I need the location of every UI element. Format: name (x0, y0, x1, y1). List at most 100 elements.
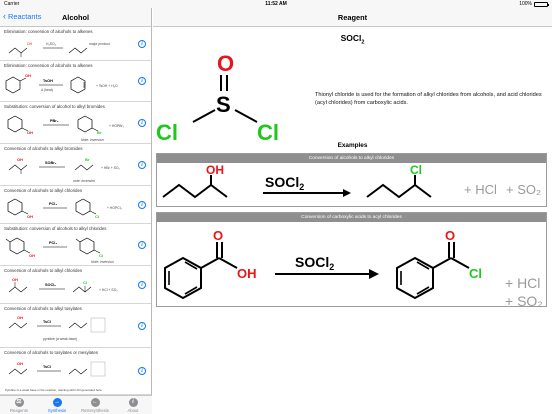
tab-label: Retrosynthesis (81, 408, 109, 413)
socl2-label: SOCl₂ (45, 283, 56, 287)
svg-text:major product: major product (89, 42, 110, 46)
sobr2-label: SOBr₂ (45, 161, 57, 165)
oxygen-atom: O (217, 51, 234, 76)
list-item-title: Conversion of alcohols to tosylates or m… (4, 350, 98, 355)
reaction-scheme-thumbnail: OH PCl₃ Cl + HOPCl₂ (7, 198, 122, 219)
byproduct-hcl: + HCl (505, 275, 540, 291)
tab-synthesis[interactable]: → Synthesis (38, 396, 76, 414)
arrow-right-icon: → (52, 398, 62, 407)
flask-icon: ⚖ (14, 398, 24, 407)
pyridine-note: pyridine (a weak base) (43, 337, 77, 341)
pcl3-label: PCl₃ (49, 202, 57, 206)
list-item[interactable]: Substitution: conversion of alcohols to … (0, 224, 151, 266)
example-header: Conversion of alcohols to alkyl chloride… (157, 154, 546, 163)
list-item[interactable]: Conversion of alcohols to alkyl chloride… (0, 266, 151, 304)
examples-heading: Examples (337, 142, 368, 149)
info-icon[interactable]: i (138, 40, 146, 48)
info-icon[interactable]: i (138, 322, 146, 330)
svg-text:OH: OH (25, 73, 31, 78)
info-icon: i (128, 398, 138, 407)
info-icon[interactable]: i (138, 119, 146, 127)
info-icon[interactable]: i (138, 161, 146, 169)
list-item[interactable]: Elimination: conversion of alcohols to a… (0, 61, 151, 102)
info-icon[interactable]: i (138, 77, 146, 85)
heat-label: Δ (heat) (41, 88, 53, 92)
list-item-title: Conversion of alcohols to alkyl bromides (4, 146, 83, 151)
list-item-title: Conversion of alcohols to alkyl chloride… (4, 188, 83, 193)
byproduct-hcl: + HCl (464, 182, 497, 197)
reagent-description: Thionyl chloride is used for the formati… (315, 92, 542, 106)
reaction-scheme-thumbnail: OH H₂SO₄ major product (8, 42, 110, 57)
reaction-scheme-thumbnail: OH SOBr₂ Br + HBr + SO₂ note: inversion (8, 157, 121, 183)
hcl-so2-byproduct: + HCl + SO₂ (99, 288, 118, 292)
pbr3-label: PBr₃ (50, 119, 59, 123)
list-item[interactable]: Conversion of alcohols to tosylates or m… (0, 348, 151, 395)
sulfur-atom: S (216, 92, 231, 117)
example-reaction: O OH SOCl2 O Cl + HCl + SO₂ (164, 228, 543, 309)
tab-label: Synthesis (47, 408, 67, 413)
svg-text:TsCl: TsCl (43, 365, 51, 369)
svg-text:OH: OH (27, 42, 33, 46)
list-item-title: Elimination: conversion of alcohols to a… (4, 63, 93, 68)
list-item[interactable]: Conversion of alcohols to alkyl chloride… (0, 186, 151, 224)
list-item-title: Conversion of alcohols to alkyl tosylate… (4, 306, 82, 311)
svg-text:OH: OH (27, 130, 33, 135)
tab-label: Reagents (10, 408, 28, 413)
detail-panel: Reagent SOCl2 O S Cl Cl Thionyl chloride… (153, 8, 552, 414)
svg-text:Cl: Cl (95, 214, 99, 219)
example-card: Conversion of alcohols to alkyl chloride… (156, 153, 547, 207)
example-card: Conversion of carboxylic acids to acyl c… (156, 212, 547, 309)
reaction-scheme-thumbnail: OH TsCl Pyridine is a weak base in the r… (5, 361, 106, 392)
tab-about[interactable]: i About (114, 396, 152, 414)
reagent-label: SOCl2 (295, 254, 334, 272)
tab-retrosynthesis[interactable]: ← Retrosynthesis (76, 396, 114, 414)
reagent-structure: O S Cl Cl (156, 51, 279, 142)
svg-text:OH: OH (17, 157, 23, 162)
list-item[interactable]: Elimination: conversion of alcohols to a… (0, 27, 151, 61)
info-icon[interactable]: i (138, 281, 146, 289)
info-icon[interactable]: i (138, 201, 146, 209)
reaction-scheme-thumbnail: OH TsCl pyridine (a weak base) (8, 315, 106, 341)
pcl3-label: PCl₃ (49, 241, 57, 245)
left-navbar: ‹ Reactants Alcohol (0, 8, 151, 27)
byproduct-so2: + SO₂ (505, 293, 543, 307)
list-item-title: Substitution: conversion of alcohols to … (4, 226, 107, 231)
chlorine-atom: Cl (257, 120, 279, 142)
svg-text:Cl: Cl (99, 253, 103, 258)
left-nav-title: Alcohol (61, 13, 90, 22)
list-item-title: Elimination: conversion of alcohols to a… (4, 29, 93, 34)
chloride-group: Cl (410, 163, 422, 177)
reaction-scheme-thumbnail: OH PCl₃ Cl Note: inversion (5, 237, 114, 264)
reaction-scheme-thumbnail: OH SOCl₂ Cl + HCl + SO₂ (8, 277, 118, 293)
inversion-note: Note: inversion (91, 260, 114, 264)
tscl-label: TsCl (43, 320, 51, 324)
byproduct-so2: + SO₂ (506, 182, 541, 197)
svg-text:OH: OH (12, 277, 18, 282)
battery-percent: 100% (519, 1, 532, 7)
hbr-so2-byproduct: + HBr + SO₂ (101, 166, 121, 170)
carbonyl-oxygen: O (445, 228, 455, 243)
tsoh-label: TsOH (43, 79, 53, 83)
reaction-list[interactable]: Elimination: conversion of alcohols to a… (0, 27, 151, 395)
master-panel: ‹ Reactants Alcohol Elimination: convers… (0, 8, 152, 414)
battery-icon (534, 1, 549, 7)
list-item[interactable]: Substitution: conversion of alcohol to a… (0, 102, 151, 144)
list-item-title: Substitution: conversion of alcohol to a… (4, 104, 105, 109)
carbonyl-oxygen: O (213, 228, 223, 243)
list-item[interactable]: Conversion of alcohols to alkyl bromides… (0, 144, 151, 186)
hopcl2-byproduct: + HOPCl₂ (107, 206, 122, 210)
arrow-left-icon: ← (90, 398, 100, 407)
reagent-label: SOCl2 (265, 174, 304, 192)
info-icon[interactable]: i (138, 367, 146, 375)
inversion-note: note: inversion (73, 179, 95, 183)
svg-text:Br: Br (85, 157, 90, 162)
hopbr2-byproduct: + HOPBr₂ (109, 124, 125, 128)
svg-text:OH: OH (29, 253, 35, 258)
info-icon[interactable]: i (138, 241, 146, 249)
hydroxyl-group: OH (237, 266, 257, 281)
tab-bar: ⚖ Reagents → Synthesis ← Retrosynthesis … (0, 395, 152, 414)
battery-status: 100% (519, 0, 549, 8)
example-reaction: OH SOCl2 Cl + HCl + SO₂ (162, 163, 541, 199)
list-item[interactable]: Conversion of alcohols to alkyl tosylate… (0, 304, 151, 348)
tab-reagents[interactable]: ⚖ Reagents (0, 396, 38, 414)
